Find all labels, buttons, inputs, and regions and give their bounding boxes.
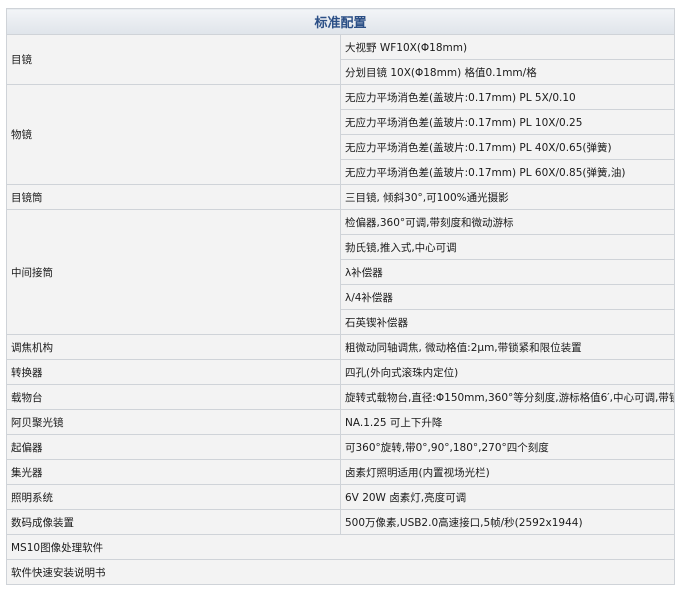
category-cell: 起偏器 xyxy=(6,434,341,460)
table-row: 物镜 无应力平场消色差(盖玻片:0.17mm) PL 5X/0.10 xyxy=(6,84,675,185)
value-cell: λ/4补偿器 xyxy=(340,284,675,310)
category-cell: 照明系统 xyxy=(6,484,341,510)
value-cell: 无应力平场消色差(盖玻片:0.17mm) PL 5X/0.10 xyxy=(340,84,675,110)
category-cell: 调焦机构 xyxy=(6,334,341,360)
category-cell: 中间接筒 xyxy=(6,209,341,335)
table-row: 中间接筒 检偏器,360°可调,带刻度和微动游标 xyxy=(6,209,675,335)
value-cell: 6V 20W 卤素灯,亮度可调 xyxy=(340,484,675,510)
category-cell: 集光器 xyxy=(6,459,341,485)
table-row: 照明系统 6V 20W 卤素灯,亮度可调 xyxy=(6,484,675,510)
spec-table: 标准配置 目镜 大视野 WF10X(Φ18mm) 分划目镜 10X(Φ18mm)… xyxy=(6,8,675,585)
value-cell: 检偏器,360°可调,带刻度和微动游标 xyxy=(340,209,675,235)
category-cell: 目镜筒 xyxy=(6,184,341,210)
value-cell: 无应力平场消色差(盖玻片:0.17mm) PL 60X/0.85(弹簧,油) xyxy=(340,159,675,185)
header-row: 标准配置 xyxy=(6,8,675,35)
value-cell: 大视野 WF10X(Φ18mm) xyxy=(340,34,675,60)
value-cell: 石英锲补偿器 xyxy=(340,309,675,335)
value-cell: 旋转式载物台,直径:Φ150mm,360°等分刻度,游标格值6′,中心可调,带锁… xyxy=(340,384,675,410)
category-cell: 载物台 xyxy=(6,384,341,410)
table-row: 转换器 四孔(外向式滚珠内定位) xyxy=(6,359,675,385)
value-cell: 四孔(外向式滚珠内定位) xyxy=(340,359,675,385)
value-cell: 粗微动同轴调焦, 微动格值:2μm,带锁紧和限位装置 xyxy=(340,334,675,360)
table-row: 调焦机构 粗微动同轴调焦, 微动格值:2μm,带锁紧和限位装置 xyxy=(6,334,675,360)
table-title: 标准配置 xyxy=(6,8,675,35)
value-cell: 可360°旋转,带0°,90°,180°,270°四个刻度 xyxy=(340,434,675,460)
category-cell: 数码成像装置 xyxy=(6,509,341,535)
extra-item-cell: 软件快速安装说明书 xyxy=(6,559,675,585)
value-cell: 无应力平场消色差(盖玻片:0.17mm) PL 40X/0.65(弹簧) xyxy=(340,134,675,160)
category-cell: 物镜 xyxy=(6,84,341,185)
table-row: 起偏器 可360°旋转,带0°,90°,180°,270°四个刻度 xyxy=(6,434,675,460)
extra-item-cell: MS10图像处理软件 xyxy=(6,534,675,560)
table-row: MS10图像处理软件 xyxy=(6,534,675,560)
category-cell: 转换器 xyxy=(6,359,341,385)
page: 标准配置 目镜 大视野 WF10X(Φ18mm) 分划目镜 10X(Φ18mm)… xyxy=(0,0,679,595)
table-row: 目镜筒 三目镜, 倾斜30°,可100%通光摄影 xyxy=(6,184,675,210)
value-cell: λ补偿器 xyxy=(340,259,675,285)
spec-table-body: 标准配置 目镜 大视野 WF10X(Φ18mm) 分划目镜 10X(Φ18mm)… xyxy=(6,8,675,585)
table-row: 数码成像装置 500万像素,USB2.0高速接口,5帧/秒(2592x1944) xyxy=(6,509,675,535)
category-cell: 阿贝聚光镜 xyxy=(6,409,341,435)
table-row: 目镜 大视野 WF10X(Φ18mm) xyxy=(6,34,675,85)
value-cell: 分划目镜 10X(Φ18mm) 格值0.1mm/格 xyxy=(340,59,675,85)
value-cell: 三目镜, 倾斜30°,可100%通光摄影 xyxy=(340,184,675,210)
value-cell: NA.1.25 可上下升降 xyxy=(340,409,675,435)
value-cell: 500万像素,USB2.0高速接口,5帧/秒(2592x1944) xyxy=(340,509,675,535)
value-cell: 卤素灯照明适用(内置视场光栏) xyxy=(340,459,675,485)
table-row: 软件快速安装说明书 xyxy=(6,559,675,585)
table-row: 集光器 卤素灯照明适用(内置视场光栏) xyxy=(6,459,675,485)
table-row: 阿贝聚光镜 NA.1.25 可上下升降 xyxy=(6,409,675,435)
value-cell: 勃氏镜,推入式,中心可调 xyxy=(340,234,675,260)
category-cell: 目镜 xyxy=(6,34,341,85)
value-cell: 无应力平场消色差(盖玻片:0.17mm) PL 10X/0.25 xyxy=(340,109,675,135)
table-row: 载物台 旋转式载物台,直径:Φ150mm,360°等分刻度,游标格值6′,中心可… xyxy=(6,384,675,410)
